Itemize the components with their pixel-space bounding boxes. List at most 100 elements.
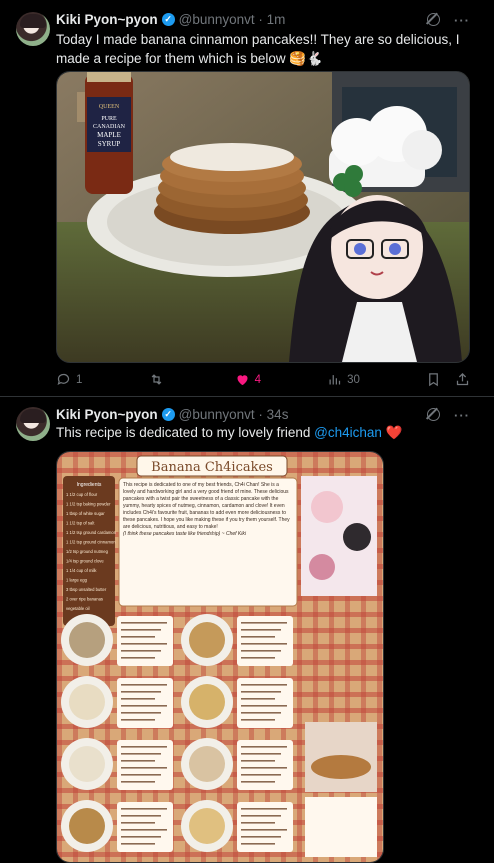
- views-button[interactable]: 30: [327, 372, 360, 387]
- syrup-brand: QUEEN: [99, 104, 120, 110]
- step-text-line: [241, 760, 275, 762]
- ingredient-item: 1/4 tsp ground clove: [66, 559, 104, 564]
- bookmark-icon[interactable]: [426, 372, 441, 387]
- syrup-line4: SYRUP: [98, 140, 121, 148]
- step-text-line: [121, 643, 167, 645]
- more-icon[interactable]: ···: [454, 13, 470, 28]
- post-image-recipe[interactable]: Banana Ch4icakes Ingredients 1 1/2 cup o…: [56, 451, 384, 863]
- step-text-line: [121, 760, 155, 762]
- author-handle[interactable]: @bunnyonvt: [179, 407, 255, 422]
- step-text-line: [241, 746, 287, 748]
- syrup-line2: CANADIAN: [93, 124, 126, 130]
- step-text-line: [241, 643, 287, 645]
- ingredient-item: 1 1/2 tsp ground cardamon: [66, 530, 117, 535]
- recipe-card: Banana Ch4icakes Ingredients 1 1/2 cup o…: [57, 452, 383, 862]
- like-button[interactable]: 4: [235, 372, 261, 387]
- verified-badge-icon: ✓: [161, 13, 175, 26]
- ingredient-item: vegetable oil: [66, 606, 90, 611]
- step-text-line: [241, 622, 287, 624]
- step-text-line: [121, 753, 161, 755]
- step-text-line: [241, 815, 281, 817]
- post-image-pancakes[interactable]: QUEEN PURE CANADIAN MAPLE SYRUP: [56, 71, 470, 363]
- grok-icon[interactable]: [427, 408, 440, 421]
- ingredient-item: 1 1/2 tsp baking powder: [66, 502, 111, 507]
- step-bowl-contents: [189, 746, 225, 782]
- step-text-line: [121, 712, 161, 714]
- recipe-signoff: (I think these pancakes taste like frien…: [123, 531, 246, 537]
- step-text-line: [121, 746, 167, 748]
- ingredient-item: 1 tbsp of white sugar: [66, 511, 105, 516]
- step-text-line: [121, 657, 155, 659]
- author-name[interactable]: Kiki Pyon~pyon: [56, 12, 158, 27]
- step-text-line: [121, 822, 155, 824]
- post-2[interactable]: Kiki Pyon~pyon ✓ @bunnyonvt · 34s ··· Th…: [0, 397, 494, 863]
- step-text-line: [241, 636, 275, 638]
- heart-filled-icon: [237, 375, 248, 386]
- step-text-line: [121, 829, 167, 831]
- step-bowl-contents: [189, 622, 225, 658]
- step-text-line: [241, 829, 287, 831]
- reply-count: 1: [76, 373, 83, 386]
- avatar[interactable]: [16, 407, 50, 441]
- step-text-line: [121, 684, 167, 686]
- post-1[interactable]: Kiki Pyon~pyon ✓ @bunnyonvt · 1m ··· Tod…: [0, 0, 494, 395]
- ingredient-item: 1/2 tsp ground nutmeg: [66, 549, 109, 554]
- step-text-line: [121, 636, 155, 638]
- post-header: Kiki Pyon~pyon ✓ @bunnyonvt · 34s: [56, 407, 288, 422]
- post-text-end: ❤️: [381, 425, 403, 440]
- step-bowl-contents: [69, 684, 105, 720]
- step-text-line: [241, 767, 287, 769]
- author-handle[interactable]: @bunnyonvt: [179, 12, 255, 27]
- step-text-line: [241, 650, 281, 652]
- step-bowl-contents: [69, 808, 105, 844]
- step-text-line: [241, 691, 281, 693]
- post-header: Kiki Pyon~pyon ✓ @bunnyonvt · 1m: [56, 12, 285, 27]
- like-count: 4: [254, 373, 261, 386]
- mention-link[interactable]: @ch4ichan: [314, 425, 382, 440]
- step-text-line: [241, 712, 281, 714]
- step-text-line: [121, 698, 155, 700]
- step-text-line: [121, 719, 155, 721]
- pancake-photo: QUEEN PURE CANADIAN MAPLE SYRUP: [57, 72, 469, 362]
- step-text-line: [241, 719, 275, 721]
- step-text-line: [241, 698, 275, 700]
- step-text-line: [241, 705, 287, 707]
- step-text-line: [121, 767, 167, 769]
- ingredient-item: 3 tbsp unsalted butter: [66, 587, 107, 592]
- author-name[interactable]: Kiki Pyon~pyon: [56, 407, 158, 422]
- ingredient-item: 1 1/2 cup of flour: [66, 492, 98, 497]
- step-text-line: [241, 629, 281, 631]
- post-time[interactable]: 34s: [267, 407, 289, 422]
- step-bowl-contents: [69, 746, 105, 782]
- step-text-line: [121, 629, 161, 631]
- step-text-line: [241, 753, 281, 755]
- repost-button[interactable]: [149, 372, 169, 387]
- more-icon[interactable]: ···: [454, 408, 470, 423]
- ingredient-item: 1 large egg: [66, 578, 88, 583]
- step-text-line: [121, 691, 161, 693]
- post-actions: 1 4 30: [56, 372, 470, 387]
- recipe-intro: This recipe is dedicated to one of my be…: [123, 482, 290, 530]
- header-icons: ···: [427, 408, 470, 423]
- step-bowl-contents: [189, 684, 225, 720]
- step-text-line: [121, 836, 161, 838]
- header-icons: ···: [427, 13, 470, 28]
- step-text-line: [121, 774, 161, 776]
- avatar[interactable]: [16, 12, 50, 46]
- step-text-line: [241, 657, 275, 659]
- step-text-line: [241, 822, 275, 824]
- syrup-line3: MAPLE: [97, 131, 121, 139]
- reply-button[interactable]: 1: [56, 372, 82, 387]
- grok-icon[interactable]: [427, 13, 440, 26]
- step-text-line: [241, 774, 281, 776]
- post-time[interactable]: 1m: [267, 12, 286, 27]
- view-count: 30: [347, 373, 360, 386]
- share-icon[interactable]: [455, 372, 470, 387]
- step-text-line: [121, 622, 167, 624]
- ingredient-item: 2 over ripe bananas: [66, 597, 103, 602]
- ingredient-item: 1 1/2 tsp ground cinnamon: [66, 540, 116, 545]
- recipe-title: Banana Ch4icakes: [151, 460, 273, 475]
- step-text-line: [241, 843, 275, 845]
- post-text: Today I made banana cinnamon pancakes!! …: [56, 32, 460, 66]
- repost-icon: [151, 374, 161, 385]
